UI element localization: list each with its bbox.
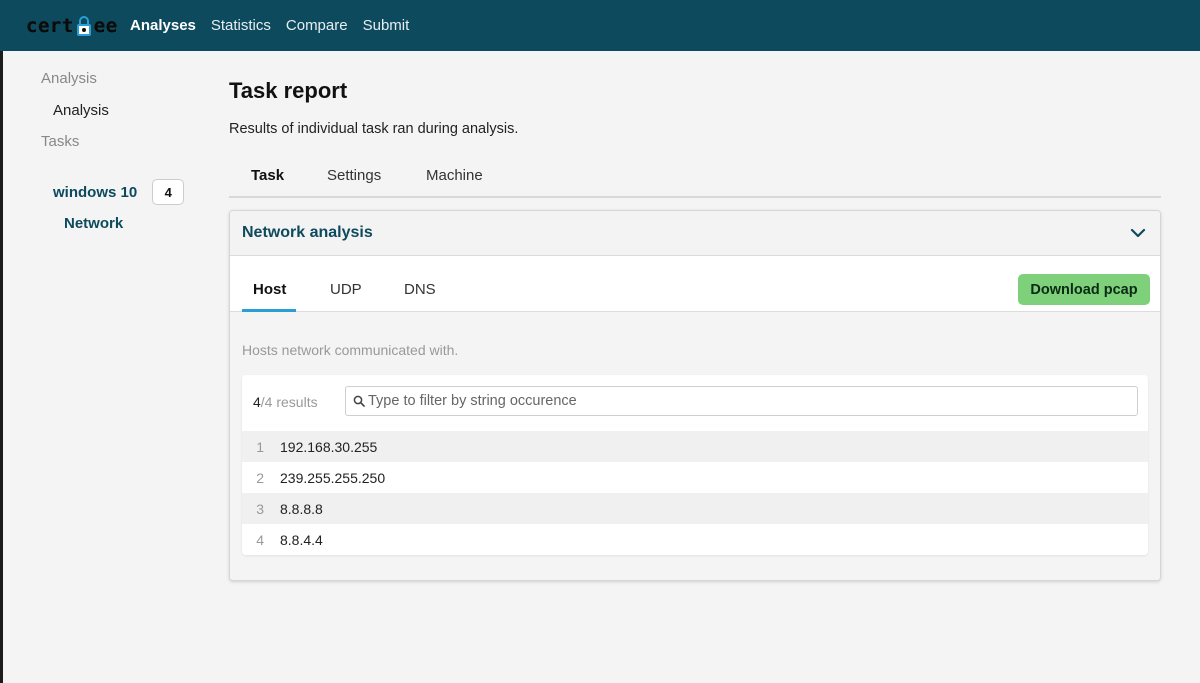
row-index: 3 — [256, 500, 264, 517]
row-index: 4 — [256, 531, 264, 548]
hosts-results-box: 4/4 results 1 192.168.30.255 2 2 — [242, 375, 1148, 555]
sidebar-item-network[interactable]: Network — [64, 215, 123, 232]
nav-analyses[interactable]: Analyses — [130, 17, 196, 34]
task-count-badge: 4 — [152, 179, 185, 205]
sidebar-item-task[interactable]: windows 10 4 — [53, 179, 185, 205]
results-count: 4/4 results — [253, 394, 318, 410]
list-item: 2 239.255.255.250 — [242, 462, 1148, 493]
subtab-udp[interactable]: UDP — [330, 281, 362, 298]
hosts-description: Hosts network communicated with. — [242, 342, 459, 358]
network-analysis-panel: Network analysis Host UDP DNS Download p… — [229, 210, 1161, 581]
chevron-down-icon[interactable] — [1130, 225, 1146, 241]
tab-settings[interactable]: Settings — [327, 167, 381, 184]
host-address: 8.8.8.8 — [280, 500, 323, 517]
top-navbar: cert ee Analyses Statistics Compare Submi… — [0, 0, 1200, 51]
sidebar-item-analysis[interactable]: Analysis — [53, 102, 109, 119]
tab-machine[interactable]: Machine — [426, 167, 483, 184]
sidebar-heading-analysis: Analysis — [41, 70, 97, 87]
nav-compare[interactable]: Compare — [286, 17, 348, 34]
panel-title: Network analysis — [242, 224, 373, 241]
main-nav: Analyses Statistics Compare Submit — [130, 0, 409, 51]
report-tabs: Task Settings Machine — [229, 161, 1161, 198]
nav-submit[interactable]: Submit — [363, 17, 410, 34]
cert-ee-logo[interactable]: cert ee — [26, 15, 118, 37]
sidebar-task-label: windows 10 — [53, 183, 138, 201]
filter-input[interactable] — [368, 389, 1128, 413]
panel-header[interactable]: Network analysis — [230, 211, 1160, 256]
lock-icon — [76, 16, 92, 36]
filter-field[interactable] — [345, 386, 1138, 416]
host-tab-content: Hosts network communicated with. 4/4 res… — [230, 312, 1160, 580]
page-title: Task report — [229, 78, 348, 103]
sidebar-heading-tasks: Tasks — [41, 133, 80, 150]
left-edge-border — [0, 51, 3, 683]
host-address: 192.168.30.255 — [280, 438, 378, 455]
list-item: 4 8.8.4.4 — [242, 524, 1148, 555]
subtab-dns[interactable]: DNS — [404, 281, 436, 298]
tab-task[interactable]: Task — [251, 167, 284, 184]
list-item: 1 192.168.30.255 — [242, 431, 1148, 462]
hosts-list: 1 192.168.30.255 2 239.255.255.250 3 8.8… — [242, 431, 1148, 555]
subtab-host[interactable]: Host — [253, 281, 286, 298]
row-index: 2 — [256, 469, 264, 486]
network-subtabs: Host UDP DNS Download pcap — [230, 257, 1160, 312]
search-icon — [353, 395, 365, 407]
page-description: Results of individual task ran during an… — [229, 121, 519, 137]
list-item: 3 8.8.8.8 — [242, 493, 1148, 524]
host-address: 8.8.4.4 — [280, 531, 323, 548]
host-address: 239.255.255.250 — [280, 469, 386, 486]
row-index: 1 — [256, 438, 264, 455]
nav-statistics[interactable]: Statistics — [211, 17, 271, 34]
download-pcap-button[interactable]: Download pcap — [1018, 274, 1150, 305]
